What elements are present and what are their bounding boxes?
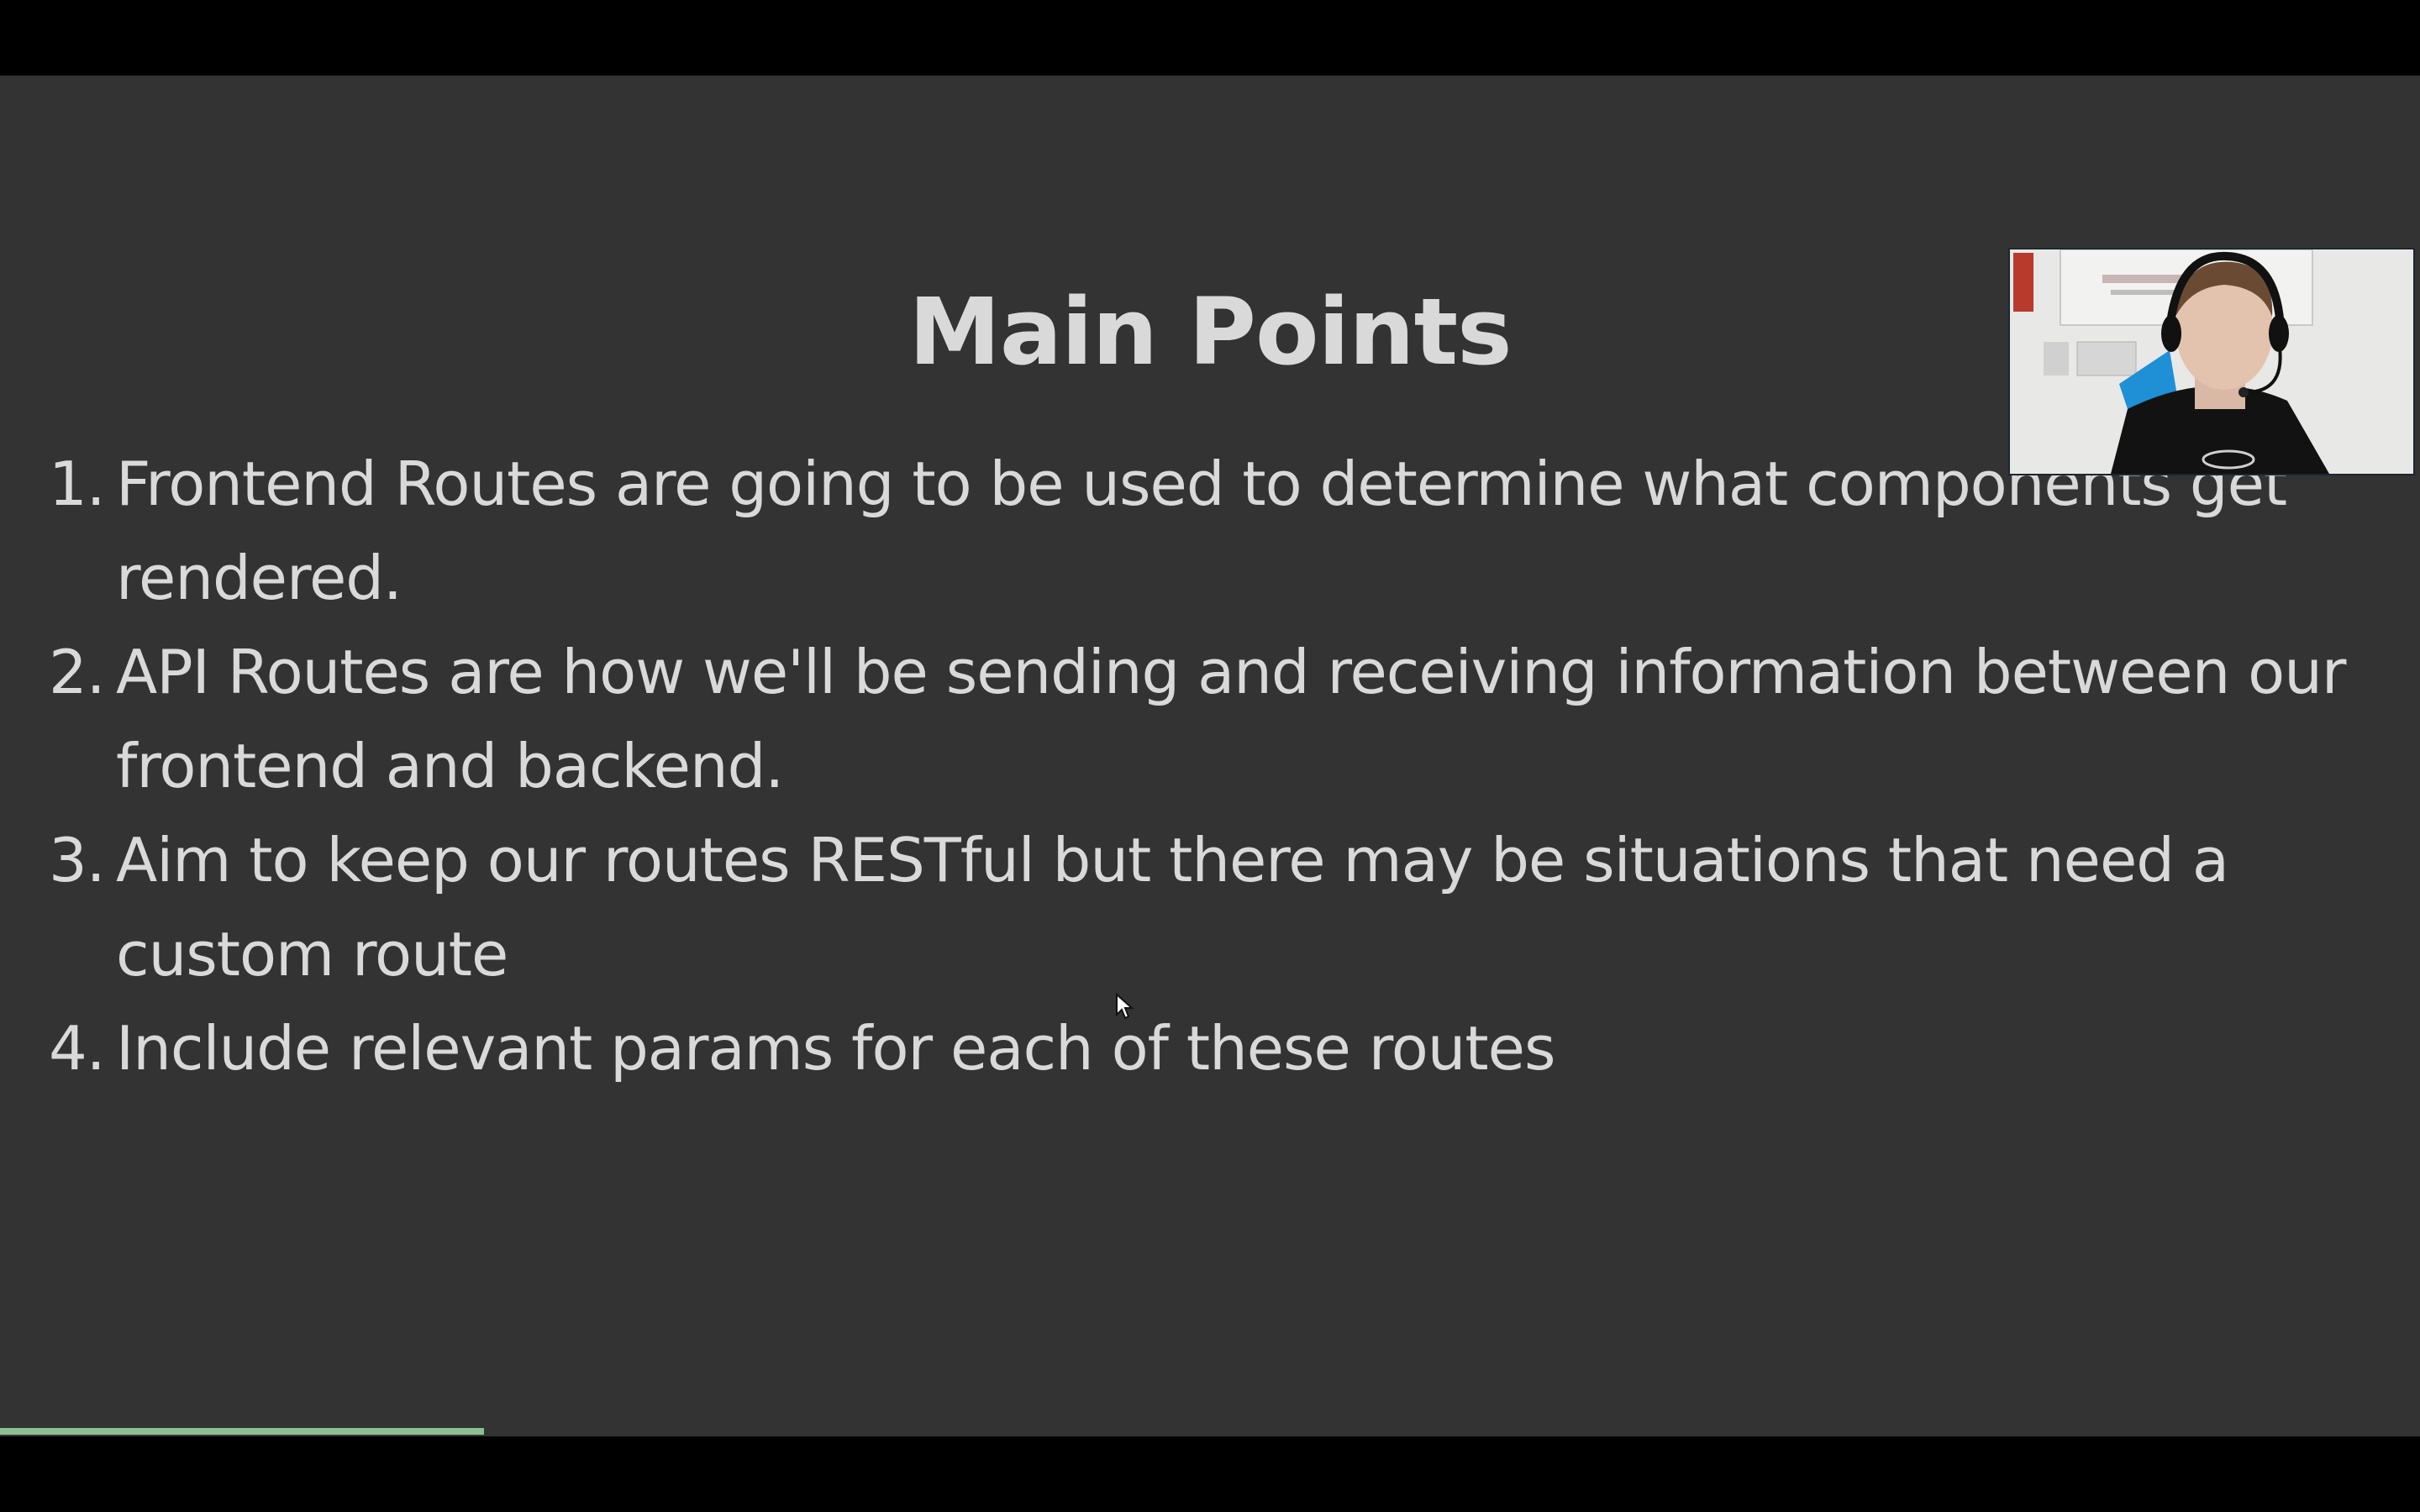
point-text: Include relevant params for each of thes…: [116, 1013, 1555, 1084]
list-item: 2. API Routes are how we'll be sending a…: [0, 625, 2420, 813]
point-number: 3.: [49, 825, 106, 895]
list-item: 4. Include relevant params for each of t…: [0, 1001, 2420, 1095]
presenter-video: [2010, 249, 2413, 474]
mouse-pointer-icon: [1116, 993, 1134, 1020]
point-number: 1.: [49, 449, 106, 519]
letterbox-top: [0, 0, 2420, 76]
presenter-webcam-overlay: [2008, 248, 2415, 475]
main-points-list: 1. Frontend Routes are going to be used …: [0, 437, 2420, 1095]
letterbox-bottom: [0, 1436, 2420, 1512]
playback-progress-bar[interactable]: [0, 1428, 484, 1435]
list-item: 3. Aim to keep our routes RESTful but th…: [0, 813, 2420, 1001]
point-number: 4.: [49, 1013, 106, 1084]
point-text: Aim to keep our routes RESTful but there…: [116, 825, 2229, 990]
point-text: Frontend Routes are going to be used to …: [116, 449, 2287, 613]
point-number: 2.: [49, 637, 106, 707]
point-text: API Routes are how we'll be sending and …: [116, 637, 2346, 801]
